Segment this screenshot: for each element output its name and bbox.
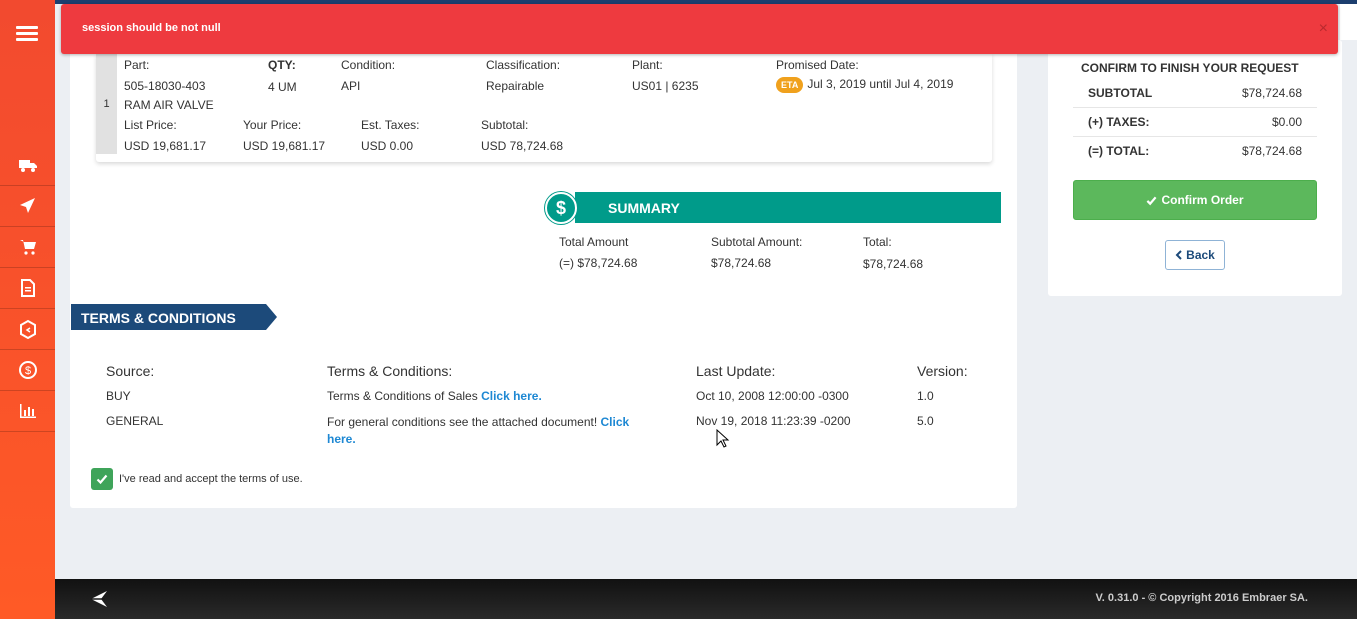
row-version: 1.0: [917, 389, 934, 403]
row-source: GENERAL: [106, 414, 164, 428]
subtotal-amount-value: $78,724.68: [711, 256, 772, 270]
row-terms: Terms & Conditions of Sales Click here.: [327, 389, 542, 403]
footer: V. 0.31.0 - © Copyright 2016 Embraer SA.: [55, 579, 1357, 619]
sidebar-item-truck[interactable]: [0, 145, 55, 186]
eta-badge: ETA: [776, 77, 804, 93]
terms-header: Terms & Conditions:: [327, 363, 453, 379]
footer-copyright: V. 0.31.0 - © Copyright 2016 Embraer SA.: [1095, 592, 1308, 604]
back-button[interactable]: Back: [1165, 240, 1225, 270]
subtotal-value: USD 78,724.68: [481, 139, 564, 153]
order-panel-title: CONFIRM TO FINISH YOUR REQUEST: [1081, 61, 1299, 75]
total-amount-value: (=) $78,724.68: [559, 256, 638, 270]
promised-date-value: Jul 3, 2019 until Jul 4, 2019: [807, 77, 954, 92]
dollar-cycle-icon: $: [18, 361, 37, 379]
svg-text:$: $: [24, 365, 30, 377]
error-toast: session should be not null ×: [61, 4, 1338, 54]
last-update-header: Last Update:: [696, 363, 776, 379]
part-number: 505-18030-403: [124, 79, 206, 93]
classification-value: Repairable: [486, 79, 545, 93]
classification-label: Classification:: [486, 58, 561, 72]
taxes-value: USD 0.00: [361, 139, 414, 153]
panel-total-label: (=) TOTAL:: [1088, 144, 1150, 158]
general-conditions-link-cont[interactable]: here.: [327, 432, 356, 446]
mouse-cursor-icon: [716, 429, 730, 448]
truck-icon: [18, 160, 37, 172]
condition-label: Condition:: [341, 58, 396, 72]
list-price-value: USD 19,681.17: [124, 139, 207, 153]
row-source: BUY: [106, 389, 131, 403]
row-terms-text: Terms & Conditions of Sales: [327, 389, 482, 403]
panel-taxes-value: $0.00: [1271, 115, 1302, 129]
document-icon: [20, 279, 35, 297]
terms-sales-link[interactable]: Click here.: [481, 389, 542, 403]
plane-icon: [19, 198, 35, 213]
panel-subtotal-label: SUBTOTAL: [1088, 86, 1153, 100]
promised-date: ETA Jul 3, 2019 until Jul 4, 2019: [776, 77, 953, 93]
row-last-update: Oct 10, 2008 12:00:00 -0300: [696, 389, 849, 403]
accept-terms-label: I've read and accept the terms of use.: [119, 473, 303, 485]
total-amount-label: Total Amount: [559, 235, 629, 249]
confirm-order-label: Confirm Order: [1161, 193, 1244, 207]
error-message: session should be not null: [82, 22, 221, 34]
back-label: Back: [1186, 248, 1215, 262]
taxes-label: Est. Taxes:: [361, 118, 420, 132]
cart-icon: [19, 240, 36, 255]
summary-title: SUMMARY: [608, 200, 680, 216]
general-conditions-link[interactable]: Click: [601, 415, 630, 429]
panel-subtotal-row: SUBTOTAL $78,724.68: [1073, 79, 1317, 108]
menu-icon[interactable]: [16, 26, 38, 42]
close-icon[interactable]: ×: [1319, 20, 1328, 38]
row-version: 5.0: [917, 414, 934, 428]
subtotal-amount-label: Subtotal Amount:: [711, 235, 803, 249]
sidebar-item-documents[interactable]: [0, 268, 55, 309]
summary-total-value: $78,724.68: [863, 257, 924, 271]
part-label: Part:: [124, 58, 150, 72]
sidebar-item-returns[interactable]: [0, 309, 55, 350]
box-icon: [19, 319, 36, 339]
plant-label: Plant:: [632, 58, 663, 72]
accept-terms-checkbox[interactable]: [91, 468, 113, 490]
check-icon: [96, 474, 108, 485]
sidebar-item-finance[interactable]: $: [0, 350, 55, 391]
row-terms-text: For general conditions see the attached …: [327, 415, 601, 429]
dollar-icon: $: [545, 192, 577, 224]
sidebar-item-reports[interactable]: [0, 391, 55, 432]
list-price-label: List Price:: [124, 118, 177, 132]
chevron-left-icon: [1175, 250, 1182, 260]
confirm-order-button[interactable]: Confirm Order: [1073, 180, 1317, 220]
qty-value: 4 UM: [268, 80, 297, 94]
top-bar-right: [1340, 4, 1357, 40]
panel-total-value: $78,724.68: [1241, 144, 1302, 158]
summary-total-label: Total:: [863, 235, 892, 249]
panel-total-row: (=) TOTAL: $78,724.68: [1073, 137, 1317, 166]
source-header: Source:: [106, 363, 155, 379]
sidebar-item-plane[interactable]: [0, 186, 55, 227]
condition-value: API: [341, 79, 361, 93]
panel-taxes-row: (+) TAXES: $0.00: [1073, 108, 1317, 137]
promised-date-label: Promised Date:: [776, 58, 859, 72]
subtotal-label: Subtotal:: [481, 118, 529, 132]
check-icon: [1147, 196, 1157, 205]
item-number: 1: [96, 54, 117, 154]
row-terms: For general conditions see the attached …: [327, 414, 667, 448]
bar-chart-icon: [19, 404, 36, 418]
panel-taxes-label: (+) TAXES:: [1088, 115, 1150, 129]
part-name: RAM AIR VALVE: [124, 98, 214, 112]
embraer-logo-icon: [91, 591, 107, 607]
row-last-update: Nov 19, 2018 11:23:39 -0200: [696, 414, 851, 428]
your-price-value: USD 19,681.17: [243, 139, 326, 153]
sidebar: $: [0, 0, 55, 619]
terms-title: TERMS & CONDITIONS: [81, 310, 236, 326]
panel-subtotal-value: $78,724.68: [1241, 86, 1302, 100]
version-header: Version:: [917, 363, 968, 379]
qty-label: QTY:: [268, 58, 296, 72]
sidebar-item-cart[interactable]: [0, 227, 55, 268]
plant-value: US01 | 6235: [632, 79, 699, 93]
your-price-label: Your Price:: [243, 118, 302, 132]
